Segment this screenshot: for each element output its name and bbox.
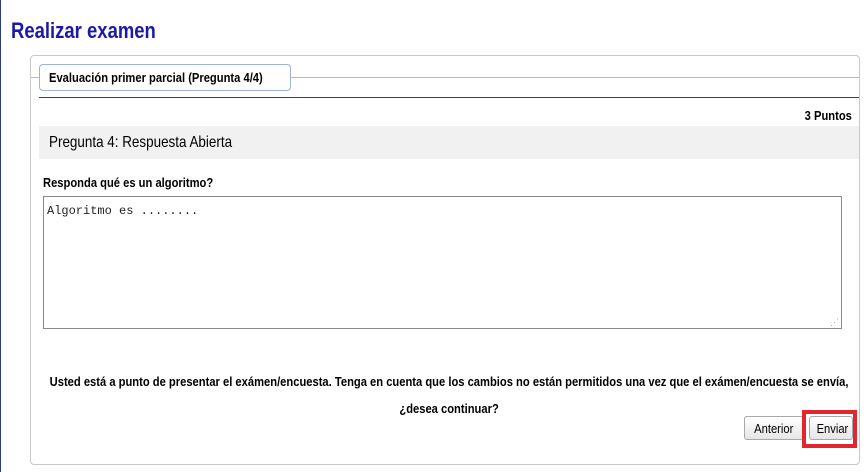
legend-divider-left	[31, 77, 39, 78]
legend-divider-right	[291, 77, 859, 78]
submit-button[interactable]: Enviar	[809, 416, 853, 440]
page-title: Realizar examen	[11, 18, 156, 43]
answer-textarea[interactable]	[43, 196, 842, 329]
submit-warning: Usted está a punto de presentar el exáme…	[43, 368, 855, 422]
question-prompt: Responda qué es un algoritmo?	[43, 175, 214, 190]
question-divider	[39, 97, 859, 98]
question-title: Pregunta 4: Respuesta Abierta	[49, 134, 233, 151]
submit-button-label: Enviar	[816, 420, 849, 436]
submit-warning-text: Usted está a punto de presentar el exáme…	[49, 374, 849, 416]
previous-button-label: Anterior	[754, 420, 794, 436]
resize-grip-icon[interactable]: ⋰	[830, 317, 840, 327]
question-points: 3 Puntos	[804, 108, 852, 123]
question-header: Pregunta 4: Respuesta Abierta	[39, 126, 859, 159]
fieldset-legend: Evaluación primer parcial (Pregunta 4/4)	[39, 64, 291, 91]
fieldset-legend-label: Evaluación primer parcial (Pregunta 4/4)	[49, 70, 263, 85]
exam-page: Realizar examen Evaluación primer parcia…	[0, 0, 866, 472]
previous-button[interactable]: Anterior	[744, 416, 804, 440]
